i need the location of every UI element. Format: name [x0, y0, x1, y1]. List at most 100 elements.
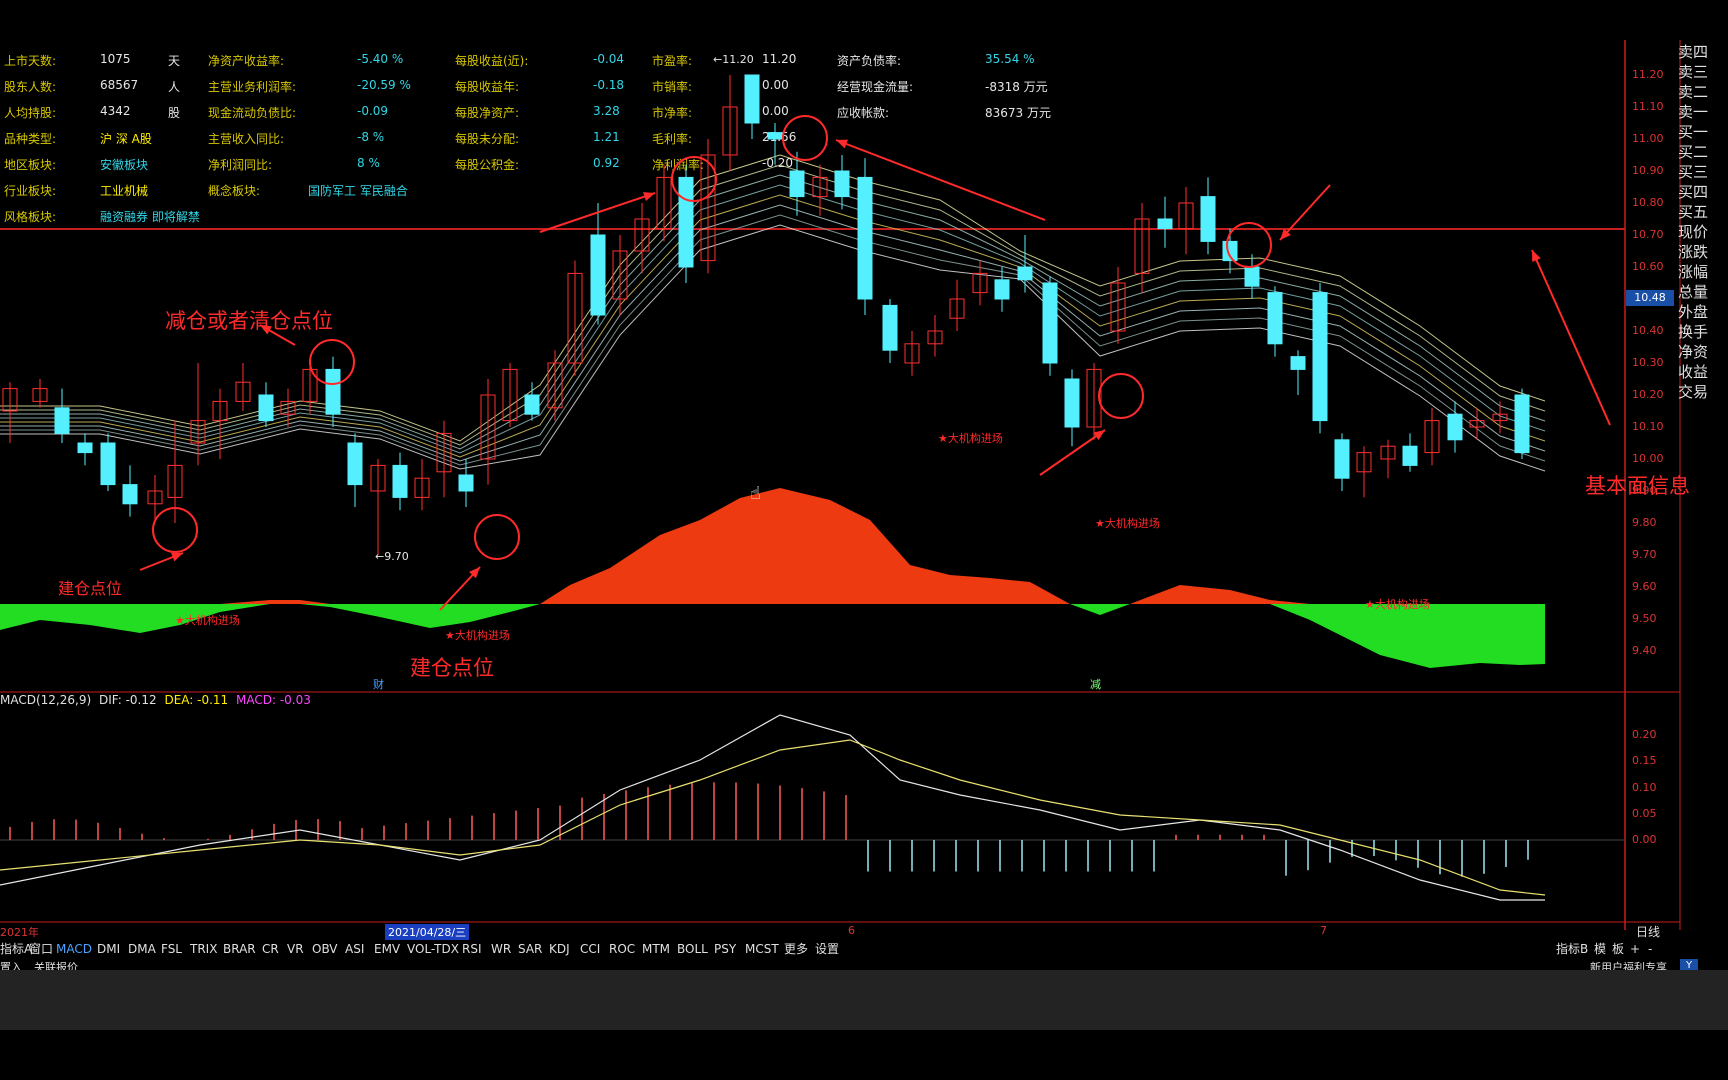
macd-value: MACD: -0.03 [236, 693, 311, 707]
macd-dif: DIF: -0.12 [98, 693, 157, 707]
date-axis-june: 6 [848, 924, 855, 937]
quote-label-1[interactable]: 卖三 [1678, 62, 1718, 82]
candle-body-55 [1244, 266, 1260, 287]
tab-right-1[interactable]: 模 [1594, 940, 1606, 958]
price-tick-4: 10.80 [1632, 196, 1664, 209]
tab-wr[interactable]: WR [491, 940, 511, 958]
tab-指标a[interactable]: 指标A [0, 940, 32, 958]
candle-body-20 [458, 474, 474, 492]
quote-label-13[interactable]: 外盘 [1678, 302, 1718, 322]
tab-obv[interactable]: OBV [312, 940, 338, 958]
macd-tick-4: 0.00 [1632, 833, 1657, 846]
quote-label-6[interactable]: 买三 [1678, 162, 1718, 182]
candle-body-58 [1312, 292, 1328, 422]
quote-label-8[interactable]: 买五 [1678, 202, 1718, 222]
tab-fsl[interactable]: FSL [161, 940, 182, 958]
quote-label-9[interactable]: 现价 [1678, 222, 1718, 242]
quote-label-10[interactable]: 涨跌 [1678, 242, 1718, 262]
candle-body-14 [325, 368, 341, 415]
tab-vol-tdx[interactable]: VOL-TDX [407, 940, 459, 958]
tab-right-2[interactable]: 板 [1612, 940, 1624, 958]
tab-right-0[interactable]: 指标B [1556, 940, 1588, 958]
tab-设置[interactable]: 设置 [815, 940, 839, 958]
macd-tick-1: 0.15 [1632, 754, 1657, 768]
quote-label-5[interactable]: 买二 [1678, 142, 1718, 162]
quote-label-17[interactable]: 交易 [1678, 382, 1718, 402]
candle-body-2 [54, 407, 70, 434]
price-tick-11: 10.10 [1632, 420, 1664, 433]
tab-vr[interactable]: VR [287, 940, 304, 958]
indicator-tabs: 指标A 窗口 MACD DMI DMA FSL TRIX BRAR CR VR OBV ASI EMV V… [0, 940, 1728, 958]
price-tick-1: 11.10 [1632, 100, 1664, 113]
price-tick-16: 9.60 [1632, 580, 1657, 593]
candle-body-3 [77, 442, 93, 454]
quote-label-11[interactable]: 涨幅 [1678, 262, 1718, 282]
price-tick-15: 9.70 [1632, 548, 1657, 561]
annotation-arrow-7 [1279, 184, 1331, 241]
build-position-label-1: 建仓点位 [58, 579, 123, 598]
quote-label-7[interactable]: 买四 [1678, 182, 1718, 202]
tab-窗口[interactable]: 窗口 [29, 940, 53, 958]
tab-sar[interactable]: SAR [518, 940, 542, 958]
tab-cci[interactable]: CCI [580, 940, 600, 958]
signal-circle-5 [782, 115, 828, 161]
tab-dmi[interactable]: DMI [97, 940, 120, 958]
reduce-holding-marker[interactable]: 减 [1090, 676, 1101, 692]
candle-body-38 [857, 176, 873, 300]
date-axis-selected[interactable]: 2021/04/28/三 [385, 924, 470, 940]
energy-histogram [0, 488, 1545, 668]
kline-chart[interactable] [0, 0, 1728, 940]
price-tick-13: 9.90 [1632, 484, 1657, 497]
price-tick-5: 10.70 [1632, 228, 1664, 241]
macd-tick-2: 0.10 [1632, 780, 1657, 794]
tab-kdj[interactable]: KDJ [549, 940, 570, 958]
tab-psy[interactable]: PSY [714, 940, 736, 958]
period-label[interactable]: 日线 [1636, 923, 1660, 940]
candle-body-53 [1200, 196, 1216, 242]
macd-dea: DEA: -0.11 [164, 693, 229, 707]
financial-report-marker[interactable]: 财 [373, 676, 384, 692]
tab-mtm[interactable]: MTM [642, 940, 670, 958]
reduce-position-label: 减仓或者清仓点位 [165, 309, 333, 333]
signal-circle-6 [1098, 373, 1144, 419]
video-band-bottom [0, 1030, 1728, 1080]
candle-body-15 [347, 442, 363, 486]
candle-body-4 [100, 442, 116, 486]
tab-asi[interactable]: ASI [345, 940, 364, 958]
tab-boll[interactable]: BOLL [677, 940, 708, 958]
tab-dma[interactable]: DMA [128, 940, 156, 958]
quote-label-3[interactable]: 卖一 [1678, 102, 1718, 122]
tab-emv[interactable]: EMV [374, 940, 400, 958]
quote-label-16[interactable]: 收益 [1678, 362, 1718, 382]
macd-tick-3: 0.05 [1632, 806, 1657, 820]
tab-right-4[interactable]: - [1648, 940, 1652, 958]
candle-body-30 [678, 176, 694, 268]
candle-body-5 [122, 484, 138, 505]
institution-entry-4: ★大机构进场 [1365, 598, 1430, 611]
tab-更多[interactable]: 更多 [784, 940, 808, 958]
tab-mcst[interactable]: MCST [745, 940, 779, 958]
candle-body-23 [524, 394, 540, 415]
institution-entry-5: ★大机构进场 [175, 614, 240, 627]
date-axis-july: 7 [1320, 924, 1327, 937]
tab-brar[interactable]: BRAR [223, 940, 256, 958]
tab-right-3[interactable]: + [1630, 940, 1640, 958]
tab-roc[interactable]: ROC [609, 940, 635, 958]
quote-label-4[interactable]: 买一 [1678, 122, 1718, 142]
tab-trix[interactable]: TRIX [190, 940, 217, 958]
candle-body-51 [1157, 218, 1173, 230]
video-band [0, 970, 1728, 1030]
tab-rsi[interactable]: RSI [462, 940, 482, 958]
tab-macd[interactable]: MACD [56, 940, 92, 958]
quote-label-12[interactable]: 总量 [1678, 282, 1718, 302]
quote-label-2[interactable]: 卖二 [1678, 82, 1718, 102]
energy-histogram-positive [0, 488, 1545, 604]
candle-body-34 [767, 132, 783, 140]
candle-body-47 [1064, 378, 1080, 428]
candle-body-64 [1447, 413, 1463, 441]
quote-label-15[interactable]: 净资 [1678, 342, 1718, 362]
quote-label-14[interactable]: 换手 [1678, 322, 1718, 342]
tab-cr[interactable]: CR [262, 940, 279, 958]
institution-entry-3: ★大机构进场 [445, 629, 510, 642]
quote-label-0[interactable]: 卖四 [1678, 42, 1718, 62]
